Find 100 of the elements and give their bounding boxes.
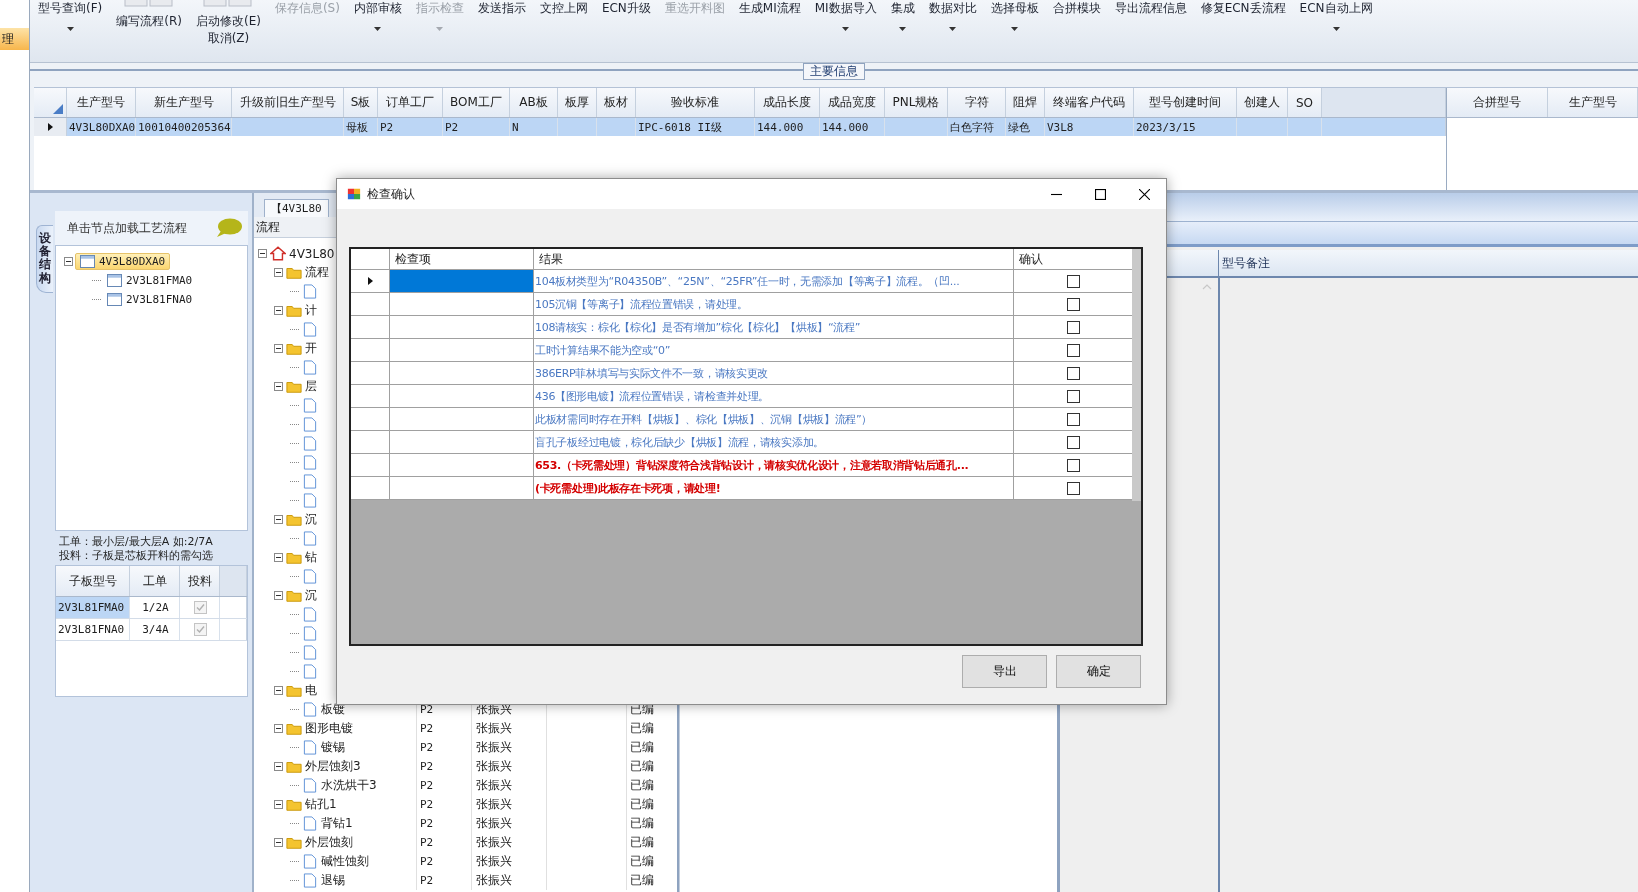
table-row[interactable]: 4V3L80DXA0 10010400205364 母板 P2 P2 N IPC-6018 II级 144.000 144.000 白色字符 绿色 V3L8 2023/3/15 bbox=[34, 118, 1446, 136]
column-header[interactable]: 结果 bbox=[534, 249, 1014, 269]
collapse-icon[interactable] bbox=[274, 344, 283, 353]
tree-node[interactable]: 沉 bbox=[305, 511, 317, 528]
caret-icon[interactable] bbox=[374, 27, 382, 31]
tree-node[interactable]: 开 bbox=[305, 340, 317, 357]
caret-icon[interactable] bbox=[1332, 27, 1340, 31]
tree-node[interactable]: 水洗烘干3 bbox=[321, 777, 377, 794]
column-header[interactable]: 生产型号 bbox=[1548, 88, 1638, 117]
column-header[interactable]: 验收标准 bbox=[636, 88, 755, 117]
collapse-icon[interactable] bbox=[274, 686, 283, 695]
table-row[interactable]: 2V3L81FMA0 1/2A bbox=[56, 597, 247, 619]
checkbox[interactable] bbox=[1066, 366, 1080, 380]
collapse-icon[interactable] bbox=[274, 591, 283, 600]
tree-node[interactable]: 层 bbox=[305, 378, 317, 395]
collapse-icon[interactable] bbox=[274, 382, 283, 391]
dialog-button[interactable]: 导出 bbox=[962, 655, 1047, 688]
column-header[interactable]: 订单工厂 bbox=[378, 88, 443, 117]
toolbar-button[interactable]: 取消(Z) bbox=[205, 30, 252, 47]
tree-node[interactable]: 外层蚀刻 bbox=[305, 834, 353, 851]
collapse-icon[interactable] bbox=[258, 249, 267, 258]
column-header[interactable]: 工单 bbox=[130, 566, 180, 596]
checkbox[interactable] bbox=[1066, 458, 1080, 472]
tree-node[interactable]: 4V3L80 bbox=[289, 246, 335, 261]
column-header[interactable]: AB板 bbox=[510, 88, 558, 117]
tree-node[interactable]: 钻 bbox=[305, 549, 317, 566]
column-header[interactable]: 合拼型号 bbox=[1447, 88, 1548, 117]
checkbox[interactable] bbox=[1066, 320, 1080, 334]
tree-node[interactable]: 外层蚀刻3 bbox=[305, 758, 361, 775]
column-header[interactable]: 确认 bbox=[1014, 249, 1132, 269]
toolbar-button[interactable]: 启动修改(E) bbox=[193, 13, 263, 30]
toolbar-button[interactable]: 文控上网 bbox=[537, 0, 590, 17]
column-header[interactable]: 成品长度 bbox=[755, 88, 820, 117]
tree-node[interactable]: 2V3L81FMA0 bbox=[103, 273, 197, 288]
toolbar-button[interactable]: 导出流程信息 bbox=[1112, 0, 1189, 17]
caret-icon[interactable] bbox=[899, 27, 907, 31]
tree-node[interactable]: 碱性蚀刻 bbox=[321, 853, 369, 870]
column-header[interactable]: S板 bbox=[344, 88, 378, 117]
collapse-icon[interactable] bbox=[274, 800, 283, 809]
column-header[interactable]: 新生产型号 bbox=[136, 88, 232, 117]
toolbar-button[interactable]: 编写流程(R) bbox=[114, 13, 184, 30]
column-header[interactable]: 型号创建时间 bbox=[1134, 88, 1237, 117]
column-header[interactable]: 字符 bbox=[948, 88, 1006, 117]
collapse-icon[interactable] bbox=[274, 762, 283, 771]
tree-node[interactable]: 镀锡 bbox=[321, 739, 345, 756]
column-header[interactable]: BOM工厂 bbox=[443, 88, 510, 117]
toolbar-button[interactable]: MI数据导入 bbox=[812, 0, 879, 17]
caret-icon[interactable] bbox=[1011, 27, 1019, 31]
checkbox[interactable] bbox=[1066, 297, 1080, 311]
caret-icon[interactable] bbox=[842, 27, 850, 31]
collapse-icon[interactable] bbox=[64, 257, 73, 266]
collapse-icon[interactable] bbox=[274, 724, 283, 733]
toolbar-button[interactable]: ECN自动上网 bbox=[1297, 0, 1375, 17]
tree-node[interactable]: 钻孔1 bbox=[305, 796, 337, 813]
tree-node[interactable]: 电 bbox=[305, 682, 317, 699]
column-header[interactable]: 升级前旧生产型号 bbox=[232, 88, 344, 117]
checkbox[interactable] bbox=[1066, 435, 1080, 449]
collapse-icon[interactable] bbox=[274, 553, 283, 562]
column-header[interactable]: 子板型号 bbox=[56, 566, 130, 596]
caret-icon[interactable] bbox=[66, 27, 74, 31]
column-header[interactable]: 终端客户代码 bbox=[1045, 88, 1134, 117]
toolbar-button[interactable]: 选择母板 bbox=[988, 0, 1041, 17]
collapse-icon[interactable] bbox=[274, 838, 283, 847]
checkbox[interactable] bbox=[1066, 412, 1080, 426]
toolbar-button[interactable]: 生成MI流程 bbox=[736, 0, 803, 17]
toolbar-button[interactable]: 内部审核 bbox=[351, 0, 404, 17]
column-header[interactable]: 创建人 bbox=[1237, 88, 1288, 117]
vertical-tab[interactable]: 设备结构 bbox=[36, 225, 53, 293]
tree-node[interactable]: 沉 bbox=[305, 587, 317, 604]
column-header[interactable]: 板厚 bbox=[558, 88, 597, 117]
tree-node[interactable]: 退锡 bbox=[321, 872, 345, 889]
collapse-icon[interactable] bbox=[274, 268, 283, 277]
column-header[interactable]: 阻焊 bbox=[1006, 88, 1045, 117]
column-header[interactable]: 检查项 bbox=[390, 249, 534, 269]
tree-node[interactable]: 流程 bbox=[305, 264, 329, 281]
table-cell[interactable]: 2V3L81FNA0 bbox=[56, 619, 130, 640]
column-header[interactable]: 板材 bbox=[597, 88, 636, 117]
tree-node[interactable]: 图形电镀 bbox=[305, 720, 353, 737]
tree-node[interactable]: 4V3L80DXA0 bbox=[75, 253, 171, 270]
toolbar-button[interactable]: ECN升级 bbox=[599, 0, 653, 17]
collapse-icon[interactable] bbox=[274, 515, 283, 524]
toolbar-button[interactable]: 发送指示 bbox=[475, 0, 528, 17]
table-cell[interactable] bbox=[390, 270, 534, 292]
checkbox[interactable] bbox=[1066, 389, 1080, 403]
column-header[interactable]: 生产型号 bbox=[67, 88, 136, 117]
toolbar-button[interactable]: 合拼模块 bbox=[1050, 0, 1103, 17]
caret-icon[interactable] bbox=[949, 27, 957, 31]
collapse-icon[interactable] bbox=[274, 306, 283, 315]
column-header[interactable]: 成品宽度 bbox=[820, 88, 885, 117]
table-cell[interactable]: 2V3L81FMA0 bbox=[56, 597, 130, 618]
document-tab[interactable]: 【4V3L80 bbox=[264, 199, 329, 217]
toolbar-button[interactable]: 数据对比 bbox=[926, 0, 979, 17]
table-row[interactable]: 2V3L81FNA0 3/4A bbox=[56, 619, 247, 641]
toolbar-button[interactable]: 型号查询(F) bbox=[36, 0, 105, 17]
checkbox[interactable] bbox=[1066, 274, 1080, 288]
toolbar-button[interactable]: 修复ECN丢流程 bbox=[1198, 0, 1288, 17]
toolbar-button[interactable]: 集成 bbox=[888, 0, 917, 17]
column-header[interactable]: PNL规格 bbox=[885, 88, 948, 117]
dialog-button[interactable]: 确定 bbox=[1056, 655, 1141, 688]
nav-item[interactable]: 理 bbox=[0, 28, 29, 50]
